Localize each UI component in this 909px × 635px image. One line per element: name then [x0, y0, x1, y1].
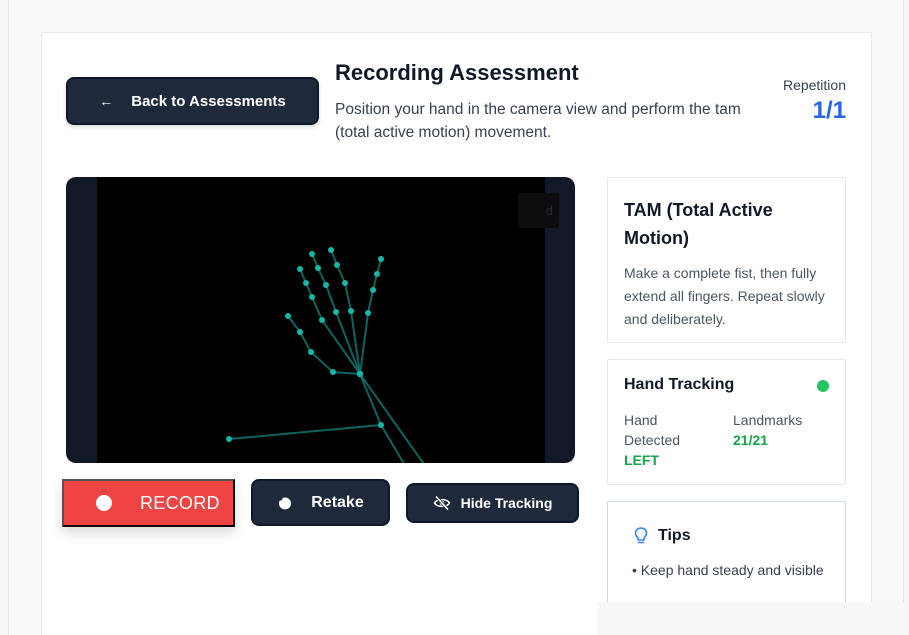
hand-tracking-title: Hand Tracking: [624, 376, 735, 393]
floating-overlay: [597, 602, 909, 635]
record-label: RECORD: [140, 492, 220, 513]
record-button[interactable]: RECORD: [62, 479, 235, 527]
arrow-left-icon: ←: [99, 93, 114, 109]
landmarks-value: 21/21: [733, 432, 769, 448]
hand-detected-label: Hand Detected: [624, 412, 681, 448]
back-button-label: Back to Assessments: [131, 92, 286, 110]
landmarks-label: Landmarks: [733, 412, 803, 428]
back-to-assessments-button[interactable]: ← Back to Assessments: [66, 77, 319, 125]
refresh-icon: [279, 496, 292, 509]
camera-view: d: [66, 177, 575, 463]
eye-off-icon: [433, 495, 451, 511]
hide-tracking-label: Hide Tracking: [460, 495, 553, 511]
page-subtitle: Position your hand in the camera view an…: [335, 101, 741, 141]
page-title: Recording Assessment: [335, 60, 579, 85]
exercise-description: Make a complete fist, then fully extend …: [624, 265, 825, 327]
hide-tracking-button[interactable]: Hide Tracking: [406, 483, 579, 523]
lightbulb-icon: [634, 527, 648, 544]
retake-button[interactable]: Retake: [251, 479, 390, 526]
hand-detected-value: LEFT: [624, 452, 659, 468]
exercise-title: TAM (Total Active Motion): [624, 200, 773, 248]
hand-landmark-overlay: [226, 247, 425, 463]
exercise-info-panel: TAM (Total Active Motion) Make a complet…: [607, 177, 846, 343]
retake-label: Retake: [311, 493, 364, 511]
tip-item: • Keep hand steady and visible: [632, 562, 824, 578]
repetition-label: Repetition: [782, 77, 846, 93]
repetition-counter: 1/1: [812, 97, 846, 124]
tips-title: Tips: [658, 527, 691, 544]
hand-tracking-panel: Hand Tracking Hand Detected LEFT Landmar…: [607, 359, 846, 485]
record-dot-icon: [96, 495, 112, 511]
tracking-status-indicator: [817, 380, 829, 392]
